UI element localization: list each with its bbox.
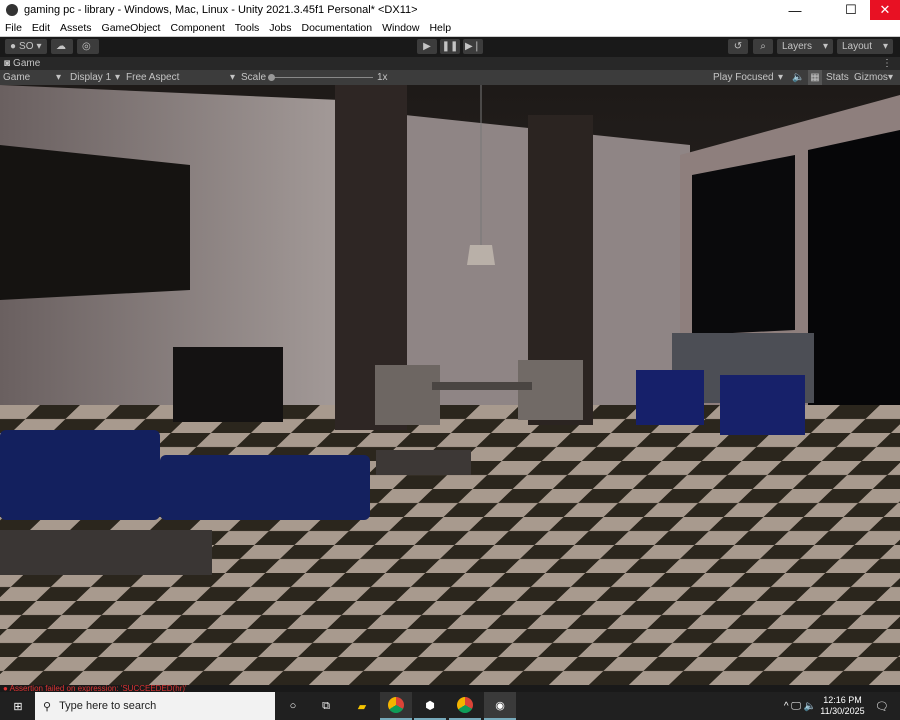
library-scene [0,85,900,685]
unity-logo-icon [6,4,18,16]
window-title: gaming pc - library - Windows, Mac, Linu… [24,4,418,16]
game-tab-label: Game [13,58,41,69]
menu-documentation[interactable]: Documentation [296,22,377,34]
maximize-button[interactable]: ☐ [836,0,866,20]
keyboard-icon[interactable]: ▦ [808,70,822,85]
unity-editor-icon[interactable]: ◉ [484,692,516,720]
pause-button[interactable]: ❚❚ [440,39,460,54]
coffee-table [0,530,212,575]
blue-chair-right [720,375,805,435]
mute-audio-icon[interactable]: 🔈 [792,70,804,85]
aspect-dropdown[interactable]: Free Aspect ▾ [126,70,235,85]
menu-jobs[interactable]: Jobs [264,22,296,34]
fireplace [173,347,283,422]
windows-start-icon[interactable]: ⊞ [2,692,34,720]
game-tab[interactable]: ◙ Game ⋮ [0,57,900,70]
layout-label: Layout [842,41,873,52]
play-button[interactable]: ▶ [417,39,437,54]
window-left [692,155,795,335]
blue-chair-left [636,370,704,425]
title-bar: gaming pc - library - Windows, Mac, Linu… [0,0,900,20]
more-options-icon[interactable]: ⋮ [882,58,892,69]
stats-button[interactable]: Stats [826,70,849,85]
gamepad-icon: ◙ [4,58,11,69]
collab-icon[interactable]: ◎ [77,39,99,54]
scale-label: Scale [241,72,267,83]
wall-painting [0,145,190,300]
view-dropdown[interactable]: Game ▾ [3,70,61,85]
chrome-profile-icon[interactable] [449,692,481,720]
gizmos-button[interactable]: Gizmos [854,70,888,85]
armchair-left [375,365,440,425]
windows-taskbar: ⊞ ⚲ Type here to search ○ ⧉ ▰ ⬢ ◉ ^ 🖵 🔈 1… [0,692,900,720]
menu-file[interactable]: File [0,22,27,34]
scale-value: 1x [377,72,388,83]
notifications-icon[interactable]: 🗨 [866,692,898,720]
menu-window[interactable]: Window [377,22,424,34]
scale-slider[interactable] [268,70,373,85]
layers-label: Layers [782,41,813,52]
side-table [376,450,471,475]
history-icon[interactable]: ↺ [728,39,748,54]
clock-time: 12:16 PM [823,695,862,705]
close-button[interactable]: ✕ [870,0,900,20]
view-label: Game [3,72,31,83]
menu-component[interactable]: Component [165,22,229,34]
menu-tools[interactable]: Tools [230,22,265,34]
menu-gameobject[interactable]: GameObject [97,22,166,34]
task-view-icon[interactable]: ⧉ [310,692,342,720]
taskbar-clock[interactable]: 12:16 PM 11/30/2025 [820,695,865,717]
play-focused-dropdown[interactable]: Play Focused ▾ [713,70,783,85]
pendant-lamp [467,245,495,265]
window-right [808,130,900,430]
game-view-toolbar: Game ▾ Display 1 ▾ Free Aspect ▾ Scale 1x P… [0,70,900,85]
game-view-render[interactable] [0,85,900,685]
account-dropdown[interactable]: ● SO ▾ [5,39,47,54]
display-label: Display 1 [70,72,112,83]
aspect-label: Free Aspect [126,72,180,83]
chaise [160,455,370,520]
taskbar-search[interactable]: ⚲ Type here to search [35,692,275,720]
menu-assets[interactable]: Assets [55,22,97,34]
search-icon: ⚲ [43,700,52,713]
table [432,382,532,390]
cloud-icon[interactable]: ☁ [51,39,73,54]
minimize-button[interactable]: — [780,0,810,20]
play-mode-label: Play Focused [713,72,774,83]
menu-edit[interactable]: Edit [27,22,55,34]
display-dropdown[interactable]: Display 1 ▾ [70,70,120,85]
step-button[interactable]: ▶❘ [463,39,483,54]
search-icon[interactable]: ⌕ [753,39,773,54]
clock-date: 11/30/2025 [820,706,865,716]
layers-dropdown[interactable]: Layers ▾ [777,39,833,54]
unity-hub-icon[interactable]: ⬢ [414,692,446,720]
menu-help[interactable]: Help [424,22,456,34]
main-toolbar: ● SO ▾ ☁ ◎ ▶ ❚❚ ▶❘ ↺ ⌕ Layers ▾ Layout ▾ [0,37,900,56]
search-placeholder: Type here to search [59,700,157,712]
gizmos-dropdown-icon[interactable]: ▾ [888,70,893,85]
layout-dropdown[interactable]: Layout ▾ [837,39,893,54]
cortana-icon[interactable]: ○ [277,692,309,720]
file-explorer-icon[interactable]: ▰ [346,692,378,720]
sofa [0,430,160,520]
menu-bar: File Edit Assets GameObject Component To… [0,20,900,37]
account-label: SO [19,41,34,52]
chrome-icon[interactable] [380,692,412,720]
